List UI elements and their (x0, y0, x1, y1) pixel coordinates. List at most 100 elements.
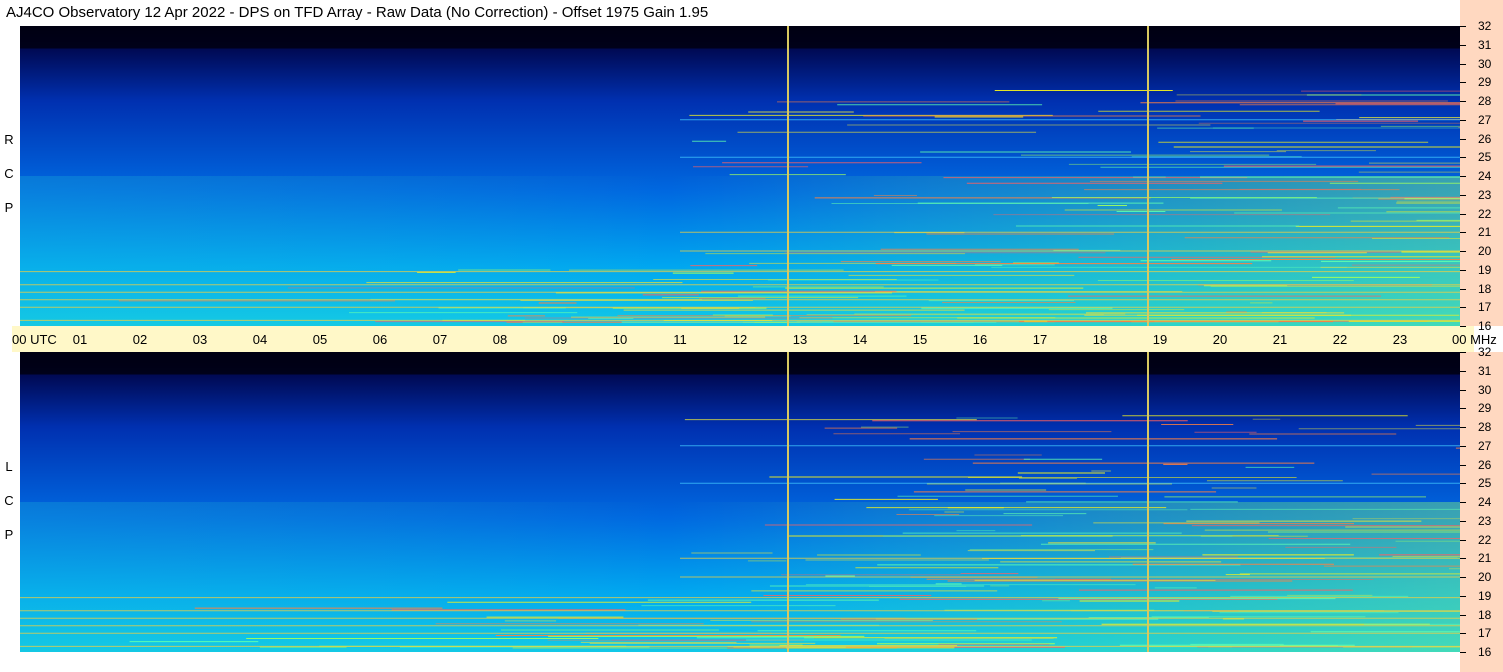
utc-tick-label: 17 (1032, 332, 1048, 347)
freq-tick-label: 23 (1478, 187, 1492, 202)
freq-tick-label: 17 (1478, 300, 1492, 315)
freq-tick-mark (1460, 389, 1466, 391)
utc-tick-label: 10 (612, 332, 628, 347)
freq-tick-mark (1460, 26, 1466, 27)
freq-tick-mark (1460, 633, 1466, 635)
utc-tick-label: 00 UTC (12, 332, 57, 347)
freq-tick-label: 18 (1478, 607, 1492, 622)
lcp-spectrogram (20, 352, 1460, 652)
upper-band-dark (20, 352, 1460, 375)
freq-tick-label: 29 (1478, 401, 1492, 416)
freq-tick-label: 23 (1478, 513, 1492, 528)
freq-tick-label: 20 (1478, 570, 1492, 584)
freq-tick-mark (1460, 652, 1466, 653)
utc-tick-label: 14 (852, 332, 868, 347)
freq-tick-mark (1460, 288, 1466, 290)
utc-tick-label: 06 (372, 332, 388, 347)
chart-title: AJ4CO Observatory 12 Apr 2022 - DPS on T… (6, 4, 709, 21)
freq-tick-mark (1460, 157, 1466, 159)
freq-tick-mark (1460, 558, 1466, 560)
freq-tick-mark (1460, 595, 1466, 597)
freq-tick-label: 21 (1478, 225, 1492, 240)
utc-tick-label: 03 (192, 332, 208, 347)
rcp-frequency-axis: 32 31 30 29 28 27 26 25 24 23 22 21 20 19 18 17 16 (1460, 0, 1503, 333)
freq-tick-mark (1460, 445, 1466, 447)
rcp-letter: R (4, 132, 14, 147)
freq-tick-mark (1460, 577, 1466, 578)
freq-tick-label: 19 (1478, 262, 1492, 277)
freq-tick-mark (1460, 307, 1466, 309)
lcp-letter: P (4, 527, 14, 542)
rcp-letter: C (4, 166, 14, 181)
utc-tick-label: 13 (792, 332, 808, 347)
freq-tick-mark (1460, 370, 1466, 372)
freq-tick-mark (1460, 464, 1466, 466)
utc-tick-label: 09 (552, 332, 568, 347)
freq-tick-label: 31 (1478, 37, 1492, 52)
utc-tick-label: 19 (1152, 332, 1168, 347)
utc-tick-label: 11 (673, 332, 687, 347)
utc-tick-label: 12 (732, 332, 748, 347)
freq-tick-mark (1460, 213, 1466, 215)
freq-tick-label: 24 (1478, 169, 1492, 183)
utc-tick-label: 20 (1212, 332, 1228, 347)
freq-tick-mark (1460, 427, 1466, 428)
lcp-spectrogram-svg (20, 352, 1460, 652)
freq-tick-label: 30 (1478, 382, 1492, 397)
lcp-polarization-label: L C P (0, 450, 18, 552)
freq-tick-mark (1460, 352, 1466, 353)
freq-tick-label: 32 (1478, 19, 1492, 33)
freq-tick-label: 30 (1478, 56, 1492, 71)
freq-tick-label: 27 (1478, 112, 1492, 127)
freq-tick-label: 19 (1478, 588, 1492, 603)
freq-tick-mark (1460, 269, 1466, 271)
utc-tick-label: 21 (1272, 332, 1288, 347)
freq-tick-mark (1460, 408, 1466, 410)
freq-tick-label: 16 (1478, 319, 1492, 333)
freq-tick-mark (1460, 539, 1466, 541)
freq-tick-mark (1460, 82, 1466, 84)
freq-tick-mark (1460, 483, 1466, 485)
freq-tick-label: 26 (1478, 131, 1492, 146)
freq-tick-label: 24 (1478, 495, 1492, 509)
upper-band-dark (20, 26, 1460, 49)
utc-tick-label: 07 (432, 332, 448, 347)
utc-tick-label: 15 (912, 332, 928, 347)
lcp-letter: C (4, 493, 14, 508)
freq-tick-mark (1460, 44, 1466, 46)
freq-tick-mark (1460, 138, 1466, 140)
utc-tick-label: 02 (132, 332, 148, 347)
utc-tick-label: 22 (1332, 332, 1348, 347)
utc-tick-label: 18 (1092, 332, 1108, 347)
freq-tick-label: 22 (1478, 532, 1492, 547)
freq-tick-label: 22 (1478, 206, 1492, 221)
freq-tick-label: 21 (1478, 551, 1492, 566)
rcp-spectrogram (20, 26, 1460, 326)
freq-tick-mark (1460, 63, 1466, 65)
freq-tick-mark (1460, 502, 1466, 503)
freq-tick-label: 32 (1478, 345, 1492, 359)
rcp-spectrogram-svg (20, 26, 1460, 326)
rcp-letter: P (4, 200, 14, 215)
freq-tick-label: 31 (1478, 363, 1492, 378)
freq-tick-label: 18 (1478, 281, 1492, 296)
freq-tick-mark (1460, 176, 1466, 177)
freq-tick-label: 26 (1478, 457, 1492, 472)
utc-tick-label: 05 (312, 332, 328, 347)
freq-tick-mark (1460, 251, 1466, 252)
freq-tick-mark (1460, 232, 1466, 234)
utc-tick-label: 08 (492, 332, 508, 347)
lcp-frequency-axis: 32 31 30 29 28 27 26 25 24 23 22 21 20 19 18 17 16 (1460, 345, 1503, 672)
freq-tick-label: 16 (1478, 645, 1492, 659)
freq-tick-mark (1460, 614, 1466, 616)
freq-tick-label: 20 (1478, 244, 1492, 258)
rcp-polarization-label: R C P (0, 123, 18, 225)
freq-tick-mark (1460, 194, 1466, 196)
utc-tick-label: 16 (972, 332, 988, 347)
utc-tick-label: 04 (252, 332, 268, 347)
utc-tick-label: 23 (1392, 332, 1408, 347)
freq-tick-label: 28 (1478, 94, 1492, 108)
freq-tick-mark (1460, 119, 1466, 121)
freq-tick-label: 28 (1478, 420, 1492, 434)
freq-tick-mark (1460, 101, 1466, 102)
